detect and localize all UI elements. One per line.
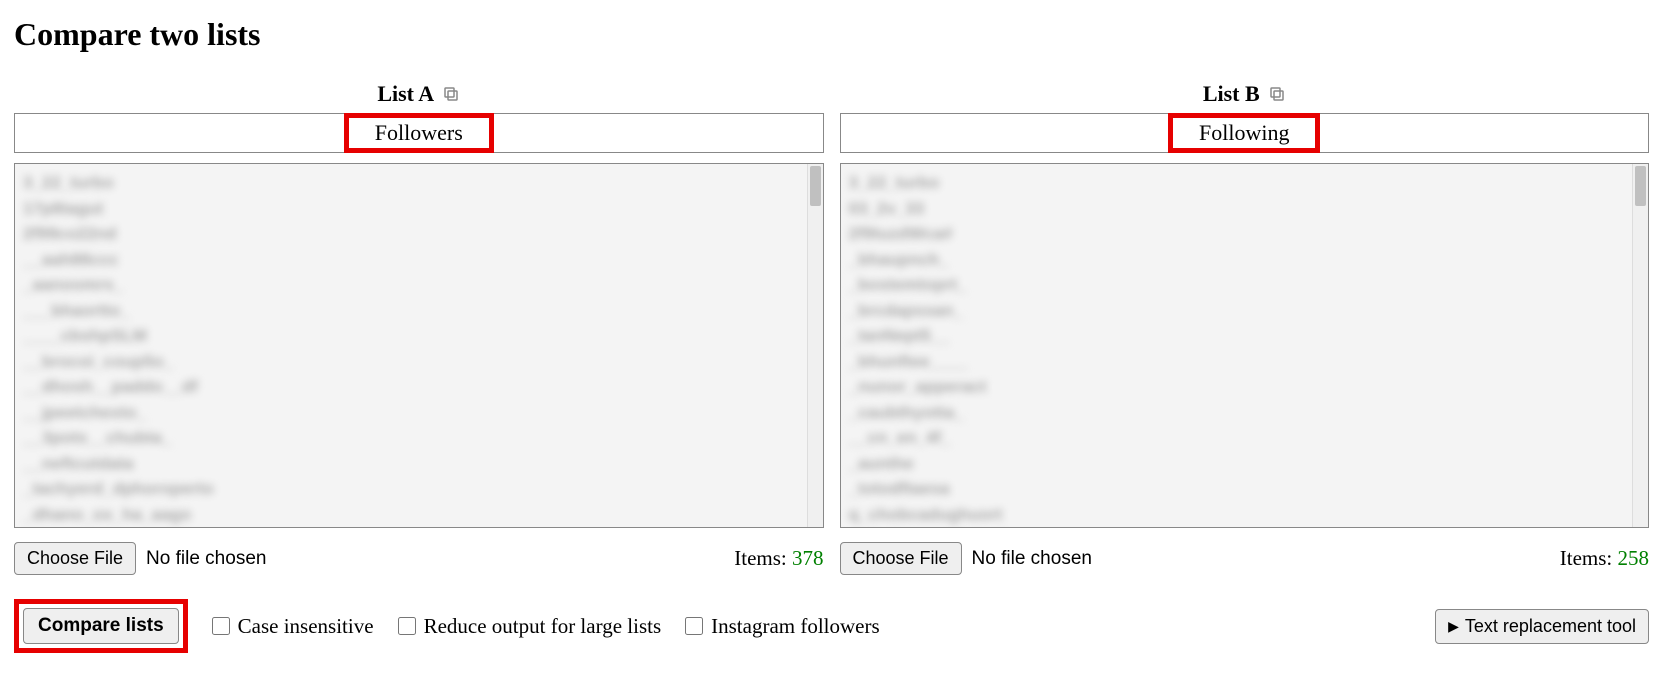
- list-a-textarea[interactable]: 3_22_turbo17p8tagut2f99co22nd__aah88ccc_…: [14, 163, 824, 528]
- list-a-items-number: 378: [792, 546, 824, 570]
- list-a-choose-file-button[interactable]: Choose File: [14, 542, 136, 575]
- list-b-items-label: Items:: [1560, 546, 1613, 570]
- instagram-label: Instagram followers: [711, 614, 880, 639]
- list-b-textarea[interactable]: 3_22_turbo03_2v_332f9tuzdWca#_bhaupnch__…: [840, 163, 1650, 528]
- list-b-file-group: Choose File No file chosen: [840, 542, 1092, 575]
- reduce-output-checkbox[interactable]: [398, 617, 416, 635]
- instagram-checkbox[interactable]: [685, 617, 703, 635]
- scrollbar[interactable]: [807, 164, 823, 527]
- list-a-items-label: Items:: [734, 546, 787, 570]
- text-replacement-button[interactable]: ▶ Text replacement tool: [1435, 609, 1649, 644]
- list-a-name-input-container[interactable]: Followers: [14, 113, 824, 153]
- list-b-name-value[interactable]: Following: [1168, 113, 1320, 153]
- scrollbar-thumb[interactable]: [1635, 166, 1646, 206]
- list-a-no-file-text: No file chosen: [146, 548, 266, 570]
- list-b-items-count: Items: 258: [1560, 546, 1649, 571]
- list-b-blurred-content: 3_22_turbo03_2v_332f9tuzdWca#_bhaupnch__…: [841, 164, 1649, 528]
- compare-highlight: Compare lists: [14, 599, 188, 653]
- list-b-no-file-text: No file chosen: [972, 548, 1092, 570]
- list-a-name-value[interactable]: Followers: [344, 113, 494, 153]
- scrollbar-thumb[interactable]: [810, 166, 821, 206]
- bottom-left-controls: Compare lists Case insensitive Reduce ou…: [14, 599, 880, 653]
- case-insensitive-group[interactable]: Case insensitive: [212, 614, 374, 639]
- list-b-header: List B: [840, 81, 1650, 107]
- copy-icon[interactable]: [442, 85, 460, 103]
- list-a-title: List A: [377, 81, 434, 107]
- scrollbar[interactable]: [1632, 164, 1648, 527]
- list-b-below-row: Choose File No file chosen Items: 258: [840, 542, 1650, 575]
- instagram-group[interactable]: Instagram followers: [685, 614, 880, 639]
- reduce-output-group[interactable]: Reduce output for large lists: [398, 614, 662, 639]
- list-b-column: List B Following 3_22_turbo03_2v_332f9tu…: [840, 81, 1650, 575]
- compare-lists-button[interactable]: Compare lists: [23, 608, 179, 644]
- list-a-file-group: Choose File No file chosen: [14, 542, 266, 575]
- page-title: Compare two lists: [14, 16, 1649, 53]
- case-insensitive-label: Case insensitive: [238, 614, 374, 639]
- text-replacement-label: Text replacement tool: [1465, 616, 1636, 637]
- copy-icon[interactable]: [1268, 85, 1286, 103]
- list-a-header: List A: [14, 81, 824, 107]
- list-b-name-input-container[interactable]: Following: [840, 113, 1650, 153]
- list-a-below-row: Choose File No file chosen Items: 378: [14, 542, 824, 575]
- list-a-blurred-content: 3_22_turbo17p8tagut2f99co22nd__aah88ccc_…: [15, 164, 823, 528]
- reduce-output-label: Reduce output for large lists: [424, 614, 662, 639]
- play-icon: ▶: [1448, 618, 1459, 635]
- list-columns: List A Followers 3_22_turbo17p8tagut2f99…: [14, 81, 1649, 575]
- list-b-choose-file-button[interactable]: Choose File: [840, 542, 962, 575]
- bottom-bar: Compare lists Case insensitive Reduce ou…: [14, 599, 1649, 653]
- list-a-items-count: Items: 378: [734, 546, 823, 571]
- list-b-items-number: 258: [1618, 546, 1650, 570]
- list-b-title: List B: [1203, 81, 1260, 107]
- list-a-column: List A Followers 3_22_turbo17p8tagut2f99…: [14, 81, 824, 575]
- case-insensitive-checkbox[interactable]: [212, 617, 230, 635]
